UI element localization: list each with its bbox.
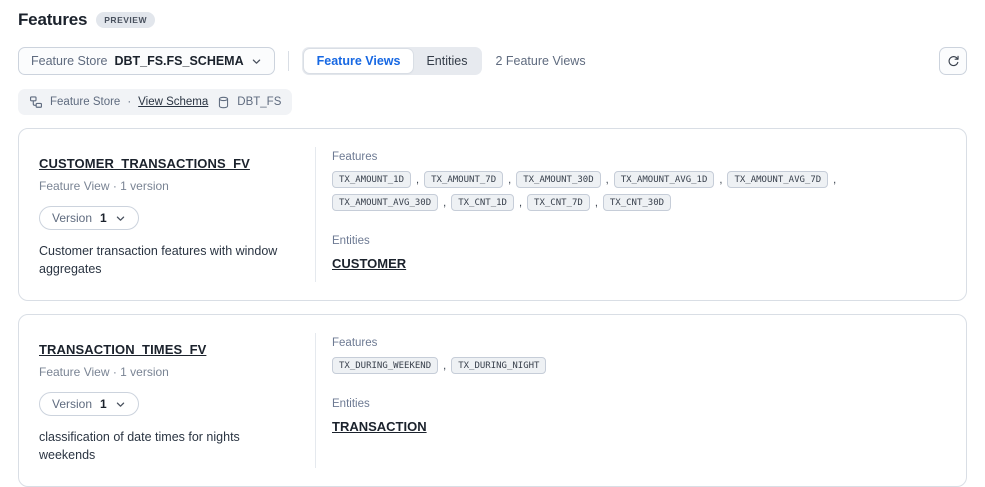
feature-chip: TX_DURING_WEEKEND [332,357,438,374]
page-title: Features [18,10,87,30]
feature-chip: TX_AMOUNT_30D [516,171,600,188]
toolbar: Feature Store DBT_FS.FS_SCHEMA Feature V… [18,47,967,75]
features-section-label: Features [332,337,950,349]
card-summary: CUSTOMER_TRANSACTIONS_FV Feature View · … [19,129,315,300]
preview-badge: PREVIEW [96,12,155,28]
entity-link[interactable]: CUSTOMER [332,256,406,271]
view-tabs: Feature Views Entities [302,47,483,75]
feature-chip: TX_DURING_NIGHT [451,357,546,374]
feature-chip: TX_AMOUNT_AVG_7D [727,171,828,188]
feature-chip: TX_CNT_7D [527,194,590,211]
feature-chip: TX_AMOUNT_7D [424,171,503,188]
chip-separator: , [416,174,419,186]
database-icon [217,96,230,109]
breadcrumb: Feature Store · View Schema DBT_FS [18,89,292,115]
feature-view-card: TRANSACTION_TIMES_FV Feature View · 1 ve… [18,314,967,487]
chip-separator: , [595,197,598,209]
feature-chip: TX_AMOUNT_AVG_30D [332,194,438,211]
entity-link[interactable]: TRANSACTION [332,419,427,434]
breadcrumb-database-name: DBT_FS [237,96,281,108]
features-section-label: Features [332,151,950,163]
toolbar-divider [288,51,289,71]
feature-store-value: DBT_FS.FS_SCHEMA [114,54,243,68]
chip-separator: , [833,174,836,186]
feature-view-description: classification of date times for nights … [39,429,289,464]
version-value: 1 [100,211,107,225]
feature-view-card: CUSTOMER_TRANSACTIONS_FV Feature View · … [18,128,967,301]
card-details: Features TX_DURING_WEEKEND, TX_DURING_NIG… [316,315,966,486]
feature-view-description: Customer transaction features with windo… [39,243,289,278]
feature-store-selector[interactable]: Feature Store DBT_FS.FS_SCHEMA [18,47,275,75]
page-header: Features PREVIEW [0,0,985,30]
feature-chip: TX_AMOUNT_1D [332,171,411,188]
chevron-down-icon [251,56,262,67]
chip-separator: , [443,197,446,209]
feature-view-meta: Feature View · 1 version [39,365,295,379]
feature-chip: TX_AMOUNT_AVG_1D [614,171,715,188]
entities-section-label: Entities [332,398,950,410]
version-selector[interactable]: Version 1 [39,392,139,416]
chip-separator: , [508,174,511,186]
tab-entities[interactable]: Entities [413,49,480,73]
version-selector[interactable]: Version 1 [39,206,139,230]
breadcrumb-separator: · [127,96,131,108]
version-label: Version [52,397,92,411]
chip-separator: , [519,197,522,209]
breadcrumb-store-label: Feature Store [50,96,120,108]
chip-separator: , [606,174,609,186]
chevron-down-icon [115,213,126,224]
version-label: Version [52,211,92,225]
schema-icon [29,95,43,109]
card-details: Features TX_AMOUNT_1D,TX_AMOUNT_7D,TX_AM… [316,129,966,300]
feature-view-meta: Feature View · 1 version [39,179,295,193]
feature-views-count: 2 Feature Views [495,54,585,68]
chip-separator: , [443,360,446,372]
feature-chip: TX_CNT_30D [603,194,671,211]
version-value: 1 [100,397,107,411]
feature-store-label: Feature Store [31,54,107,68]
chip-separator: , [719,174,722,186]
feature-chip: TX_CNT_1D [451,194,514,211]
card-summary: TRANSACTION_TIMES_FV Feature View · 1 ve… [19,315,315,486]
tab-feature-views[interactable]: Feature Views [304,49,414,73]
feature-view-title-link[interactable]: TRANSACTION_TIMES_FV [39,342,206,357]
entities-section-label: Entities [332,235,950,247]
refresh-button[interactable] [939,47,967,75]
view-schema-link[interactable]: View Schema [138,96,208,108]
chevron-down-icon [115,399,126,410]
refresh-icon [947,55,960,68]
features-chip-list: TX_AMOUNT_1D, TX_AMOUNT_7D, TX_AMOUNT_30D,… [332,171,950,211]
feature-view-title-link[interactable]: CUSTOMER_TRANSACTIONS_FV [39,156,250,171]
features-chip-list: TX_DURING_WEEKEND, TX_DURING_NIGHT [332,357,950,374]
